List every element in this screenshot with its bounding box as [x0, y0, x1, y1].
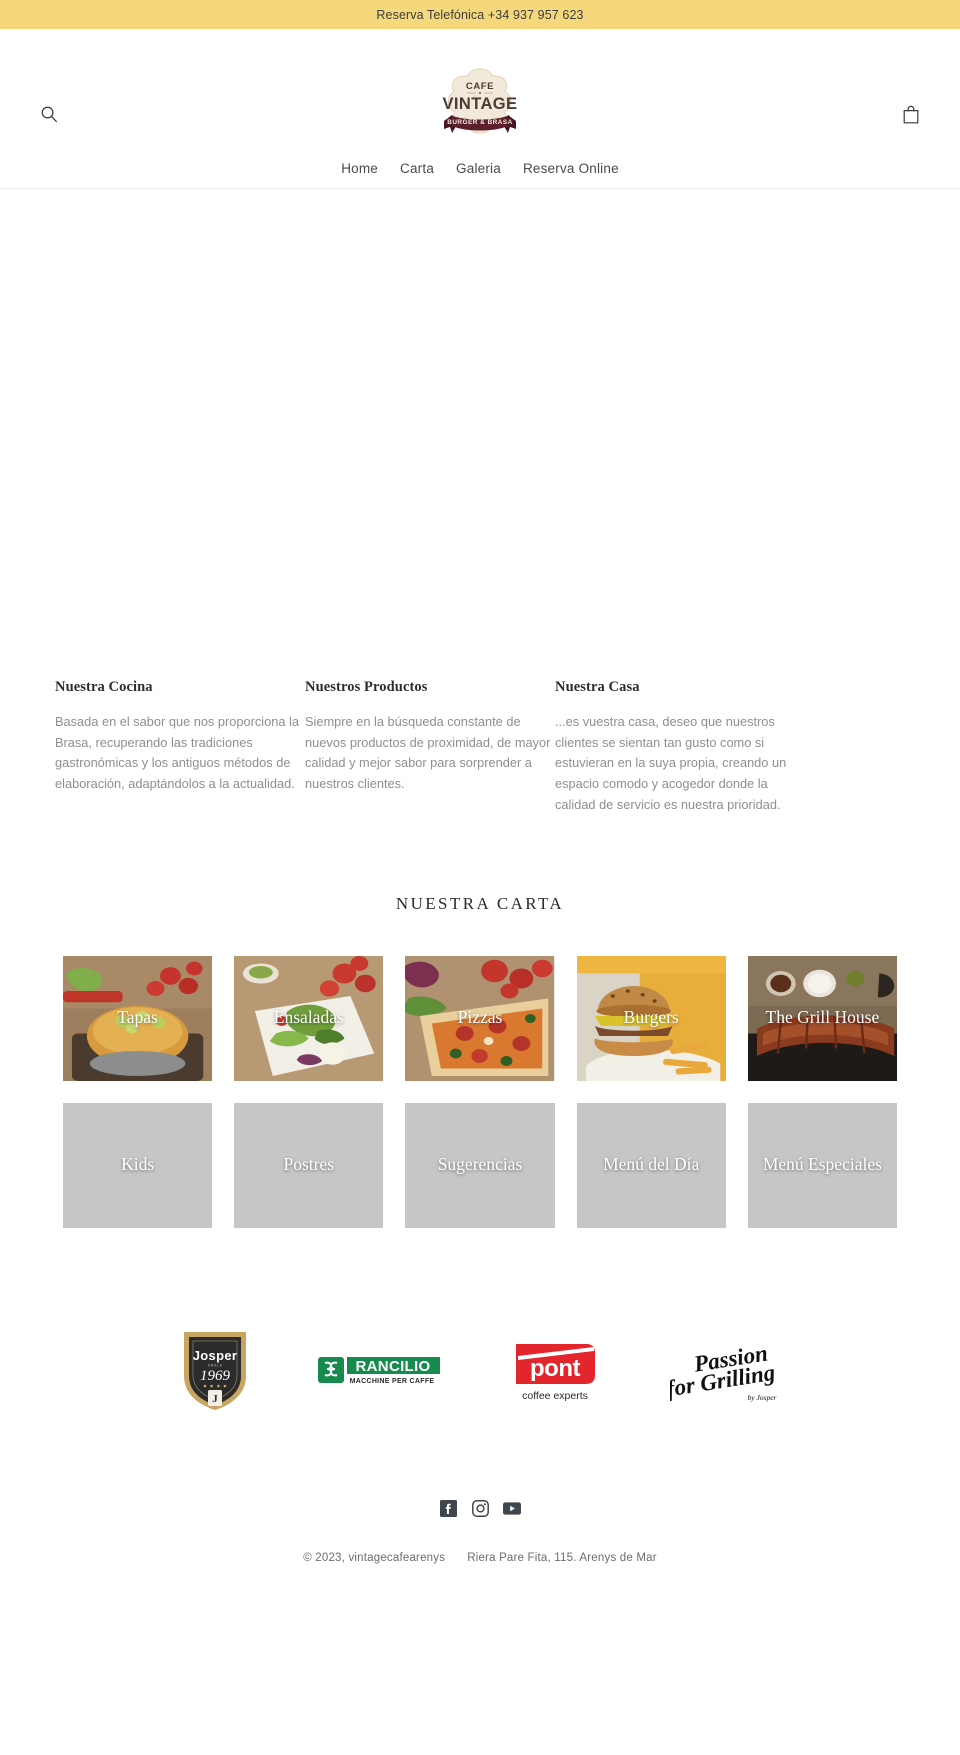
carta-card-kids[interactable]: Kids [63, 1102, 213, 1228]
announcement-text: Reserva Telefónica +34 937 957 623 [376, 7, 584, 22]
svg-text:GRILLS: GRILLS [208, 1363, 223, 1367]
hero-banner [0, 189, 960, 679]
carta-card-postres[interactable]: Postres [234, 1102, 384, 1228]
carta-section: NUESTRA CARTA Tapas Ensaladas Pizzas Bur… [0, 816, 960, 1228]
carta-card-ensaladas[interactable]: Ensaladas [234, 955, 384, 1081]
carta-card-menu-especiales[interactable]: Menú Especiales [747, 1102, 897, 1228]
intro-heading: Nuestra Casa [555, 679, 640, 695]
josper-logo: Josper GRILLS 1969 J [180, 1328, 250, 1414]
site-footer: © 2023, vintagecafearenys Riera Pare Fit… [0, 1500, 960, 1598]
intro-heading: Nuestros Productos [305, 679, 428, 695]
svg-text:pont: pont [530, 1355, 580, 1382]
svg-text:J: J [212, 1393, 218, 1405]
carta-card-label: Ensaladas [273, 1007, 344, 1028]
nav-item-reserva-online[interactable]: Reserva Online [523, 161, 619, 176]
carta-card-tapas[interactable]: Tapas [63, 955, 213, 1081]
site-logo[interactable]: CAFE VINTAGE BURGER & BRASA [0, 43, 960, 147]
carta-card-label: Pizzas [457, 1007, 503, 1028]
rancilio-logo: RANCILIO MACCHINE PER CAFFE [318, 1353, 440, 1389]
shopping-bag-icon[interactable] [898, 101, 924, 127]
svg-text:1969: 1969 [200, 1368, 231, 1384]
svg-text:by Josper: by Josper [748, 1393, 777, 1402]
carta-card-burgers[interactable]: Burgers [576, 955, 726, 1081]
social-links [0, 1500, 960, 1518]
svg-text:Josper: Josper [193, 1348, 237, 1363]
footer-copyright: © 2023, vintagecafearenys [303, 1551, 446, 1564]
nav-item-home[interactable]: Home [341, 161, 378, 176]
intro-body: Basada en el sabor que nos proporciona l… [55, 714, 300, 792]
carta-card-label: Menú Especiales [762, 1154, 882, 1175]
svg-text:BURGER & BRASA: BURGER & BRASA [447, 119, 513, 126]
footer-address: Riera Pare Fita, 115. Arenys de Mar [467, 1551, 657, 1564]
youtube-icon[interactable] [503, 1500, 521, 1518]
intro-column-nuestra-cocina: Nuestra Cocina Basada en el sabor que no… [55, 679, 305, 816]
carta-card-label: Sugerencias [437, 1154, 523, 1175]
pont-logo: pont coffee experts [508, 1338, 602, 1404]
intro-column-nuestra-casa: Nuestra Casa ...es vuestra casa, deseo q… [555, 679, 805, 816]
facebook-icon[interactable] [439, 1500, 457, 1518]
svg-text:CAFE: CAFE [466, 81, 494, 92]
nav-item-galeria[interactable]: Galeria [456, 161, 501, 176]
footer-meta: © 2023, vintagecafearenys Riera Pare Fit… [0, 1552, 960, 1564]
carta-card-the-grill-house[interactable]: The Grill House [747, 955, 897, 1081]
passion-for-grilling-logo: Passion for Grilling by Josper [670, 1338, 780, 1404]
announcement-bar: Reserva Telefónica +34 937 957 623 [0, 0, 960, 29]
intro-columns: Nuestra Cocina Basada en el sabor que no… [0, 679, 960, 816]
svg-text:coffee experts: coffee experts [522, 1390, 588, 1402]
carta-card-pizzas[interactable]: Pizzas [405, 955, 555, 1081]
site-header: CAFE VINTAGE BURGER & BRASA Home Carta G… [0, 29, 960, 189]
intro-column-nuestros-productos: Nuestros Productos Siempre en la búsqued… [305, 679, 555, 816]
carta-card-label: Burgers [623, 1007, 679, 1028]
main-navigation: Home Carta Galeria Reserva Online [0, 161, 960, 176]
partner-logos: Josper GRILLS 1969 J RANCILIO MACCHINE P… [0, 1328, 960, 1414]
carta-card-sugerencias[interactable]: Sugerencias [405, 1102, 555, 1228]
carta-card-label: Postres [283, 1154, 335, 1175]
carta-card-label: Menú del Día [603, 1154, 700, 1175]
carta-card-label: The Grill House [765, 1007, 880, 1028]
carta-title: NUESTRA CARTA [395, 893, 565, 913]
svg-text:MACCHINE PER CAFFE: MACCHINE PER CAFFE [350, 1378, 435, 1385]
nav-item-carta[interactable]: Carta [400, 161, 434, 176]
carta-card-label: Tapas [117, 1007, 158, 1028]
instagram-icon[interactable] [471, 1500, 489, 1518]
intro-body: ...es vuestra casa, deseo que nuestros c… [555, 714, 787, 812]
intro-heading: Nuestra Cocina [55, 679, 153, 695]
svg-text:RANCILIO: RANCILIO [356, 1358, 431, 1375]
carta-card-menu-del-dia[interactable]: Menú del Día [576, 1102, 726, 1228]
svg-text:VINTAGE: VINTAGE [443, 95, 518, 113]
carta-card-label: Kids [121, 1154, 155, 1175]
search-icon[interactable] [36, 101, 62, 127]
carta-grid: Tapas Ensaladas Pizzas Burgers The Grill… [0, 955, 960, 1228]
intro-body: Siempre en la búsqueda constante de nuev… [305, 714, 551, 792]
